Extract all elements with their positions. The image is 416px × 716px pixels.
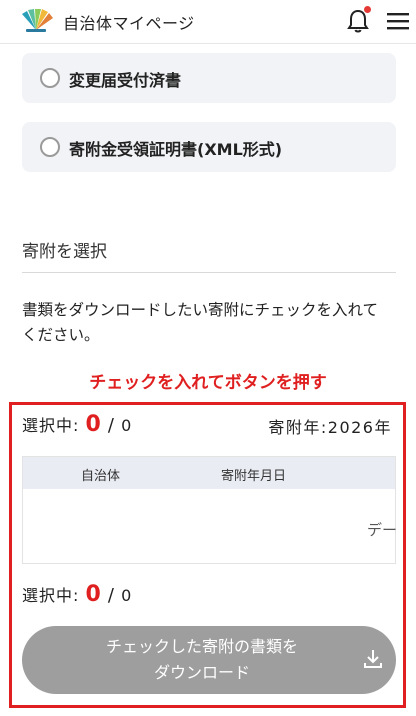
download-button-label: チェックした寄附の書類を ダウンロード (52, 634, 352, 686)
download-documents-button[interactable]: チェックした寄附の書類を ダウンロード (22, 626, 396, 694)
option-card-change-notice[interactable]: 変更届受付済書 (22, 53, 396, 103)
option-card-donation-certificate-xml[interactable]: 寄附金受領証明書(XML形式) (22, 122, 396, 172)
year-value: 2026年 (327, 418, 392, 437)
total-count: 0 (121, 416, 133, 435)
selection-label: 選択中: (22, 416, 80, 435)
selection-count-bottom: 選択中: 0 / 0 (22, 582, 132, 607)
donation-table: 自治体 寄附年月日 デー (22, 456, 397, 564)
column-header-municipality: 自治体 (81, 469, 121, 484)
selection-count-top: 選択中: 0 / 0 (22, 412, 132, 437)
selection-label: 選択中: (22, 586, 80, 605)
table-header: 自治体 寄附年月日 (23, 457, 395, 489)
option-label: 寄附金受領証明書(XML形式) (69, 140, 283, 159)
radio-button[interactable] (40, 137, 60, 157)
selected-count: 0 (85, 412, 102, 437)
column-header-donation-date: 寄附年月日 (221, 469, 287, 484)
section-title: 寄附を選択 (22, 242, 107, 262)
app-title: 自治体マイページ (63, 14, 195, 33)
count-separator: / (107, 585, 115, 606)
radio-button[interactable] (40, 68, 60, 88)
no-data-text: デー (366, 521, 397, 539)
count-separator: / (107, 415, 115, 436)
instruction-text: 書類をダウンロードしたい寄附にチェックを入れてください。 (22, 301, 379, 344)
download-button-label-line2: ダウンロード (153, 663, 250, 682)
hamburger-menu-icon[interactable] (387, 12, 409, 30)
year-label: 寄附年: (268, 418, 328, 437)
donation-year-selector[interactable]: 寄附年:2026年 (268, 414, 392, 438)
notification-dot (364, 6, 371, 13)
download-button-label-line1: チェックした寄附の書類を (105, 637, 298, 656)
fan-logo-icon[interactable] (18, 8, 54, 32)
option-label: 変更届受付済書 (69, 71, 182, 90)
selected-count: 0 (85, 582, 102, 607)
total-count: 0 (121, 586, 133, 605)
app-header: 自治体マイページ (0, 0, 416, 44)
download-icon (364, 650, 382, 668)
annotation-text: チェックを入れてボタンを押す (89, 373, 327, 393)
divider (22, 272, 396, 273)
